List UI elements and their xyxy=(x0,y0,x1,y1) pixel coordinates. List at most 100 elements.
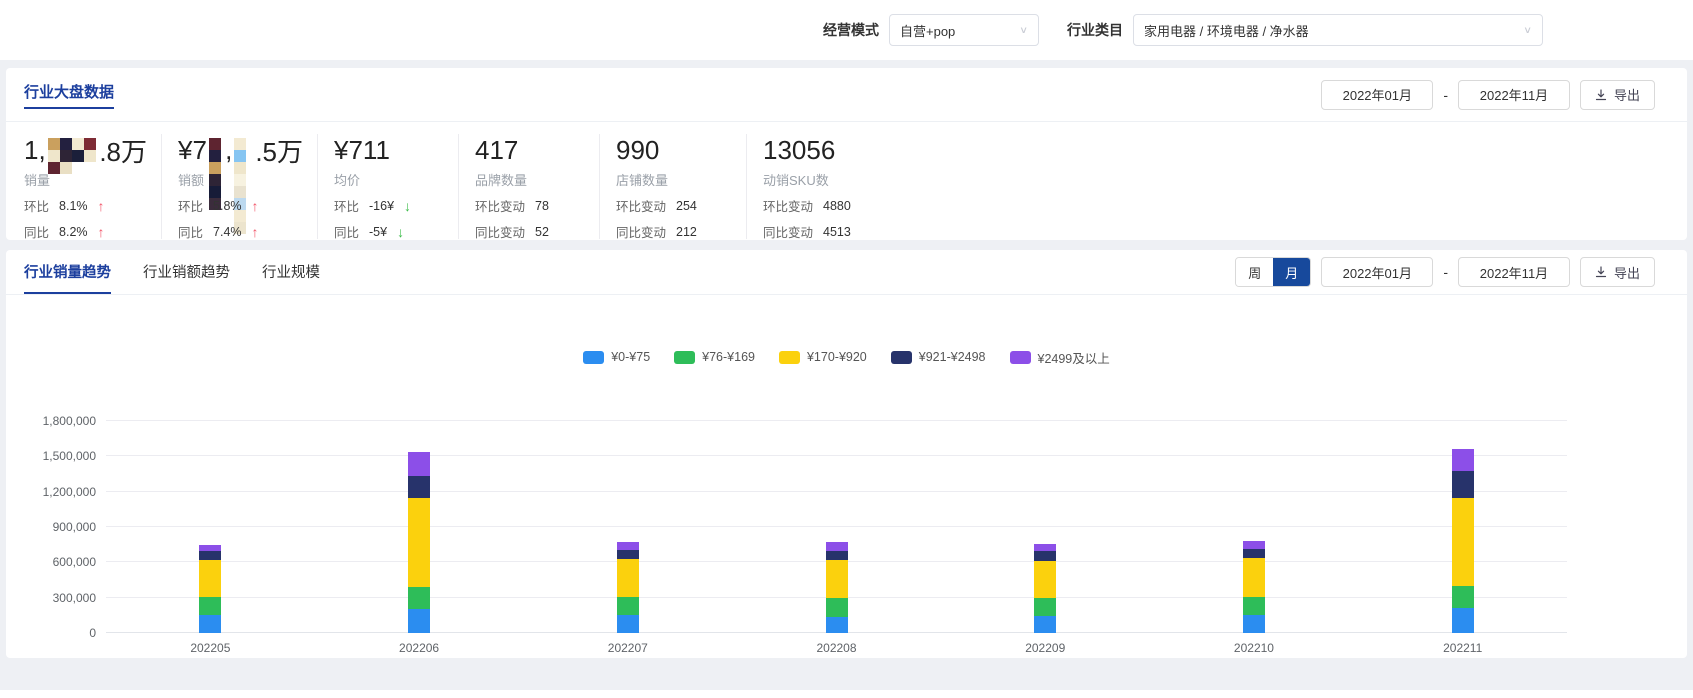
stat-value: 8.1% xyxy=(59,199,88,213)
bar-segment[interactable] xyxy=(826,551,848,560)
bar-segment[interactable] xyxy=(1452,471,1474,498)
bar-segment[interactable] xyxy=(617,597,639,616)
stat-value: 52 xyxy=(535,225,549,239)
bar-segment[interactable] xyxy=(1034,561,1056,599)
tab-行业销额趋势[interactable]: 行业销额趋势 xyxy=(143,250,230,294)
kpi-value-text: 13056 xyxy=(763,135,835,166)
overview-date-end[interactable]: 2022年11月 xyxy=(1458,80,1570,110)
bar-segment[interactable] xyxy=(1452,498,1474,586)
category-select[interactable]: 家用电器 / 环境电器 / 净水器 ∨ xyxy=(1133,14,1543,46)
stat-key: 环比 xyxy=(334,196,359,215)
stat-key: 同比变动 xyxy=(475,222,525,241)
overview-title-tab[interactable]: 行业大盘数据 xyxy=(24,81,114,109)
stat-key: 环比 xyxy=(178,196,203,215)
bar-segment[interactable] xyxy=(617,615,639,633)
kpi-value-text: 1, xyxy=(24,135,46,166)
bar-segment[interactable] xyxy=(408,609,430,633)
stat-value: 5.8% xyxy=(213,199,242,213)
bar-segment[interactable] xyxy=(617,550,639,559)
category-filter-label: 行业类目 xyxy=(1067,20,1123,40)
legend-item[interactable]: ¥2499及以上 xyxy=(1010,348,1110,367)
legend-item[interactable]: ¥76-¥169 xyxy=(674,350,755,364)
bar-segment[interactable] xyxy=(1034,598,1056,616)
bar-segment[interactable] xyxy=(617,542,639,550)
stat-key: 同比 xyxy=(178,222,203,241)
bar-segment[interactable] xyxy=(1034,616,1056,633)
bar-segment[interactable] xyxy=(1034,544,1056,552)
x-axis-tick-label: 202206 xyxy=(315,641,524,655)
stat-key: 同比变动 xyxy=(763,222,813,241)
kpi-label: 均价 xyxy=(334,170,444,189)
bar-segment[interactable] xyxy=(199,560,221,597)
bar-segment[interactable] xyxy=(1243,541,1265,549)
chart-legend: ¥0-¥75 ¥76-¥169 ¥170-¥920 ¥921-¥2498 ¥2499及以… xyxy=(6,349,1687,365)
trend-export-button[interactable]: 导出 xyxy=(1580,257,1655,287)
legend-item[interactable]: ¥170-¥920 xyxy=(779,350,867,364)
kpi-value: 417 xyxy=(475,134,585,166)
kpi-value: 13056 xyxy=(763,134,953,166)
kpi-value: 990 xyxy=(616,134,732,166)
x-axis-tick-label: 202209 xyxy=(941,641,1150,655)
bar-segment[interactable] xyxy=(1452,608,1474,633)
legend-swatch xyxy=(891,351,912,364)
chart-plot-area: 0300,000600,000900,0001,200,0001,500,000… xyxy=(106,421,1567,633)
bar-slot xyxy=(732,421,941,633)
bar-segment[interactable] xyxy=(617,559,639,596)
bar-segment[interactable] xyxy=(408,476,430,498)
stacked-bar-202210 xyxy=(1243,421,1265,633)
kpi-label: 店铺数量 xyxy=(616,170,732,189)
bar-segment[interactable] xyxy=(1243,558,1265,597)
bar-segment[interactable] xyxy=(199,597,221,615)
bottom-strip xyxy=(0,690,1693,698)
kpi-value-text: , xyxy=(225,135,232,166)
overview-date-start[interactable]: 2022年01月 xyxy=(1321,80,1433,110)
stacked-bar-202205 xyxy=(199,421,221,633)
bar-segment[interactable] xyxy=(408,498,430,587)
mode-filter-label: 经营模式 xyxy=(823,20,879,40)
kpi-stat-row: 环比8.1%↑ xyxy=(24,196,147,215)
kpi-stat-row: 同比8.2%↑ xyxy=(24,222,147,241)
trend-date-end[interactable]: 2022年11月 xyxy=(1458,257,1570,287)
bar-segment[interactable] xyxy=(199,551,221,560)
legend-item[interactable]: ¥0-¥75 xyxy=(583,350,650,364)
up-arrow-icon: ↑ xyxy=(252,224,259,240)
bar-slot xyxy=(315,421,524,633)
bar-segment[interactable] xyxy=(1452,449,1474,470)
legend-item[interactable]: ¥921-¥2498 xyxy=(891,350,986,364)
overview-export-button[interactable]: 导出 xyxy=(1580,80,1655,110)
tab-行业规模[interactable]: 行业规模 xyxy=(262,250,320,294)
bar-slot xyxy=(1150,421,1359,633)
bar-segment[interactable] xyxy=(1243,597,1265,615)
industry-overview-card: 行业大盘数据 2022年01月 - 2022年11月 导出 1,.8万销量环比8… xyxy=(6,68,1687,240)
up-arrow-icon: ↑ xyxy=(98,224,105,240)
industry-trend-card: 行业销量趋势行业销额趋势行业规模 周月 2022年01月 - 2022年11月 … xyxy=(6,250,1687,658)
kpi-stat-row: 环比变动78 xyxy=(475,196,585,215)
y-axis-tick-label: 300,000 xyxy=(6,592,96,604)
tab-行业销量趋势[interactable]: 行业销量趋势 xyxy=(24,250,111,294)
bar-segment[interactable] xyxy=(1243,615,1265,633)
bar-segment[interactable] xyxy=(408,587,430,610)
bar-segment[interactable] xyxy=(826,598,848,617)
bar-segment[interactable] xyxy=(826,617,848,633)
stat-value: 7.4% xyxy=(213,225,242,239)
stacked-bar-202208 xyxy=(826,421,848,633)
x-axis-tick-label: 202208 xyxy=(732,641,941,655)
kpi-card: 13056动销SKU数环比变动4880同比变动4513 xyxy=(747,134,967,239)
trend-date-start[interactable]: 2022年01月 xyxy=(1321,257,1433,287)
stat-key: 同比 xyxy=(334,222,359,241)
bar-segment[interactable] xyxy=(1243,549,1265,558)
bar-segment[interactable] xyxy=(826,560,848,598)
redacted-value-mosaic xyxy=(209,138,223,162)
bar-segment[interactable] xyxy=(408,452,430,476)
mode-select[interactable]: 自营+pop ∨ xyxy=(889,14,1039,46)
bar-segment[interactable] xyxy=(826,542,848,550)
export-label: 导出 xyxy=(1614,85,1640,104)
bar-segment[interactable] xyxy=(1452,586,1474,608)
y-axis-tick-label: 1,800,000 xyxy=(6,415,96,427)
period-toggle-月[interactable]: 月 xyxy=(1273,258,1310,286)
stat-value: 254 xyxy=(676,199,697,213)
stacked-bar-chart: ¥0-¥75 ¥76-¥169 ¥170-¥920 ¥921-¥2498 ¥2499及以… xyxy=(6,349,1687,655)
period-toggle-周[interactable]: 周 xyxy=(1236,258,1273,286)
bar-segment[interactable] xyxy=(1034,551,1056,560)
bar-segment[interactable] xyxy=(199,615,221,633)
